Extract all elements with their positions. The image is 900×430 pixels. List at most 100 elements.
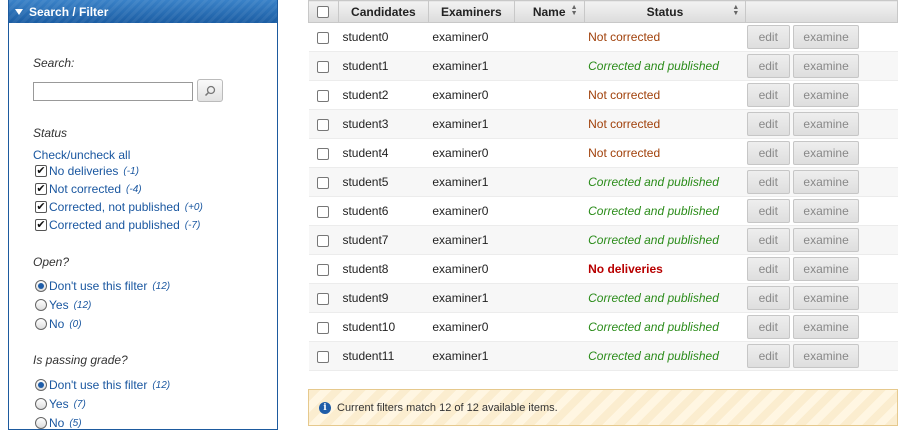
radio-icon[interactable] [35,299,47,311]
edit-button[interactable]: edit [746,112,790,136]
examine-button[interactable]: examine [793,286,860,310]
passing-option-no[interactable]: No (5) [35,416,82,430]
examine-button[interactable]: examine [793,112,860,136]
sidebar-title: Search / Filter [29,4,109,19]
edit-button[interactable]: edit [746,257,790,281]
sidebar-header[interactable]: Search / Filter [9,0,277,23]
edit-button[interactable]: edit [746,54,790,78]
checkbox-checked-icon[interactable]: ✔ [35,165,47,177]
edit-button[interactable]: edit [746,170,790,194]
examine-button[interactable]: examine [793,83,860,107]
sort-arrows-icon: ▲ ▼ [732,4,740,17]
examine-button[interactable]: examine [793,141,860,165]
edit-button[interactable]: edit [746,286,790,310]
edit-button[interactable]: edit [746,315,790,339]
status-option-corrected-published[interactable]: ✔ Corrected and published (-7) [35,218,200,232]
checkbox-checked-icon[interactable]: ✔ [35,219,47,231]
actions-cell: edit examine [745,51,898,81]
header-status[interactable]: Status ▲ ▼ [583,0,747,23]
table-row: student1 examiner1 Corrected and published… [308,51,898,81]
header-candidates[interactable]: Candidates [337,0,429,23]
examine-button[interactable]: examine [793,54,860,78]
candidates-table: Candidates Examiners Name ▲ ▼ Status ▲ ▼ stu… [308,0,898,371]
row-checkbox[interactable] [317,176,330,189]
actions-cell: edit examine [745,167,898,197]
row-select-cell[interactable] [308,341,339,371]
row-checkbox[interactable] [317,205,330,218]
candidate-cell: student2 [338,80,429,110]
search-button[interactable] [197,79,223,102]
passing-option-yes[interactable]: Yes (7) [35,397,86,411]
examine-button[interactable]: examine [793,344,860,368]
edit-button[interactable]: edit [746,83,790,107]
row-select-cell[interactable] [308,167,339,197]
examine-button[interactable]: examine [793,25,860,49]
checkbox-checked-icon[interactable]: ✔ [35,201,47,213]
actions-cell: edit examine [745,22,898,52]
row-select-cell[interactable] [308,138,339,168]
status-option-corrected-not-published[interactable]: ✔ Corrected, not published (+0) [35,200,203,214]
radio-icon[interactable] [35,318,47,330]
row-checkbox[interactable] [317,263,330,276]
open-option-yes[interactable]: Yes (12) [35,298,91,312]
examine-button[interactable]: examine [793,199,860,223]
filter-info-bar: i Current filters match 12 of 12 availab… [308,389,898,426]
collapse-triangle-icon[interactable] [15,8,23,15]
header-examiners[interactable]: Examiners [427,0,515,23]
row-select-cell[interactable] [308,109,339,139]
status-label: Status [33,126,68,140]
row-checkbox[interactable] [317,350,330,363]
row-select-cell[interactable] [308,283,339,313]
examine-button[interactable]: examine [793,257,860,281]
radio-selected-icon[interactable] [35,379,47,391]
row-checkbox[interactable] [317,89,330,102]
examine-button[interactable]: examine [793,315,860,339]
edit-button[interactable]: edit [746,199,790,223]
open-option-no-filter[interactable]: Don't use this filter (12) [35,279,170,293]
examiner-cell: examiner1 [428,225,515,255]
name-cell [514,80,585,110]
examiner-cell: examiner1 [428,283,515,313]
row-select-cell[interactable] [308,80,339,110]
examine-button[interactable]: examine [793,170,860,194]
check-uncheck-all-link[interactable]: Check/uncheck all [33,148,130,162]
examiner-cell: examiner1 [428,341,515,371]
candidate-cell: student4 [338,138,429,168]
status-option-no-deliveries[interactable]: ✔ No deliveries (-1) [35,164,139,178]
row-checkbox[interactable] [317,321,330,334]
row-checkbox[interactable] [317,31,330,44]
radio-icon[interactable] [35,398,47,410]
edit-button[interactable]: edit [746,344,790,368]
row-checkbox[interactable] [317,60,330,73]
select-all-checkbox[interactable] [317,6,330,19]
radio-icon[interactable] [35,417,47,429]
row-select-cell[interactable] [308,312,339,342]
row-checkbox[interactable] [317,292,330,305]
actions-cell: edit examine [745,225,898,255]
row-checkbox[interactable] [317,147,330,160]
row-select-cell[interactable] [308,22,339,52]
examine-button[interactable]: examine [793,228,860,252]
checkbox-checked-icon[interactable]: ✔ [35,183,47,195]
status-cell: Corrected and published [584,225,746,255]
name-cell [514,22,585,52]
status-option-not-corrected[interactable]: ✔ Not corrected (-4) [35,182,142,196]
passing-option-no-filter[interactable]: Don't use this filter (12) [35,378,170,392]
name-cell [514,341,585,371]
header-name[interactable]: Name ▲ ▼ [513,0,585,23]
edit-button[interactable]: edit [746,228,790,252]
row-select-cell[interactable] [308,225,339,255]
edit-button[interactable]: edit [746,25,790,49]
open-option-no[interactable]: No (0) [35,317,82,331]
sort-arrows-icon: ▲ ▼ [570,4,578,17]
radio-selected-icon[interactable] [35,280,47,292]
row-select-cell[interactable] [308,51,339,81]
select-all-header[interactable] [308,0,339,23]
edit-button[interactable]: edit [746,141,790,165]
name-cell [514,138,585,168]
row-checkbox[interactable] [317,118,330,131]
search-input[interactable] [33,82,193,101]
row-checkbox[interactable] [317,234,330,247]
row-select-cell[interactable] [308,254,339,284]
row-select-cell[interactable] [308,196,339,226]
